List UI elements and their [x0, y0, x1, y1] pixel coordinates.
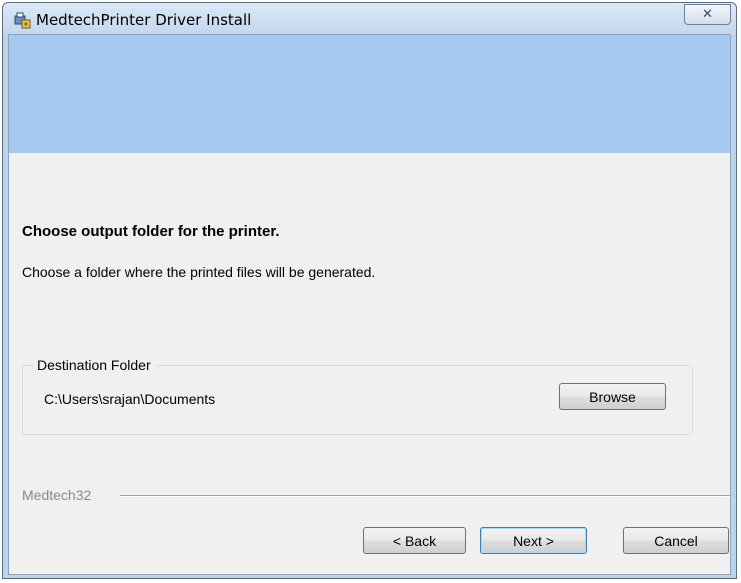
next-button[interactable]: Next > [480, 527, 587, 554]
cancel-button[interactable]: Cancel [623, 527, 729, 554]
header-banner [9, 35, 730, 153]
installer-window: MedtechPrinter Driver Install ✕ Choose o… [2, 2, 737, 579]
window-title: MedtechPrinter Driver Install [36, 11, 252, 29]
page-description: Choose a folder where the printed files … [22, 264, 376, 280]
close-button[interactable]: ✕ [684, 4, 731, 25]
footer-divider [120, 495, 730, 497]
page-heading: Choose output folder for the printer. [22, 223, 280, 240]
printer-installer-icon [14, 12, 31, 29]
destination-folder-legend: Destination Folder [33, 357, 155, 373]
close-icon: ✕ [702, 7, 713, 22]
back-button[interactable]: < Back [363, 527, 466, 554]
browse-button[interactable]: Browse [559, 383, 666, 410]
destination-folder-group: Destination Folder C:\Users\srajan\Docum… [22, 357, 693, 435]
brand-label: Medtech32 [22, 487, 92, 503]
dialog-client-area: Choose output folder for the printer. Ch… [8, 34, 731, 575]
destination-folder-path: C:\Users\srajan\Documents [44, 391, 216, 407]
title-bar[interactable]: MedtechPrinter Driver Install ✕ [3, 3, 736, 34]
